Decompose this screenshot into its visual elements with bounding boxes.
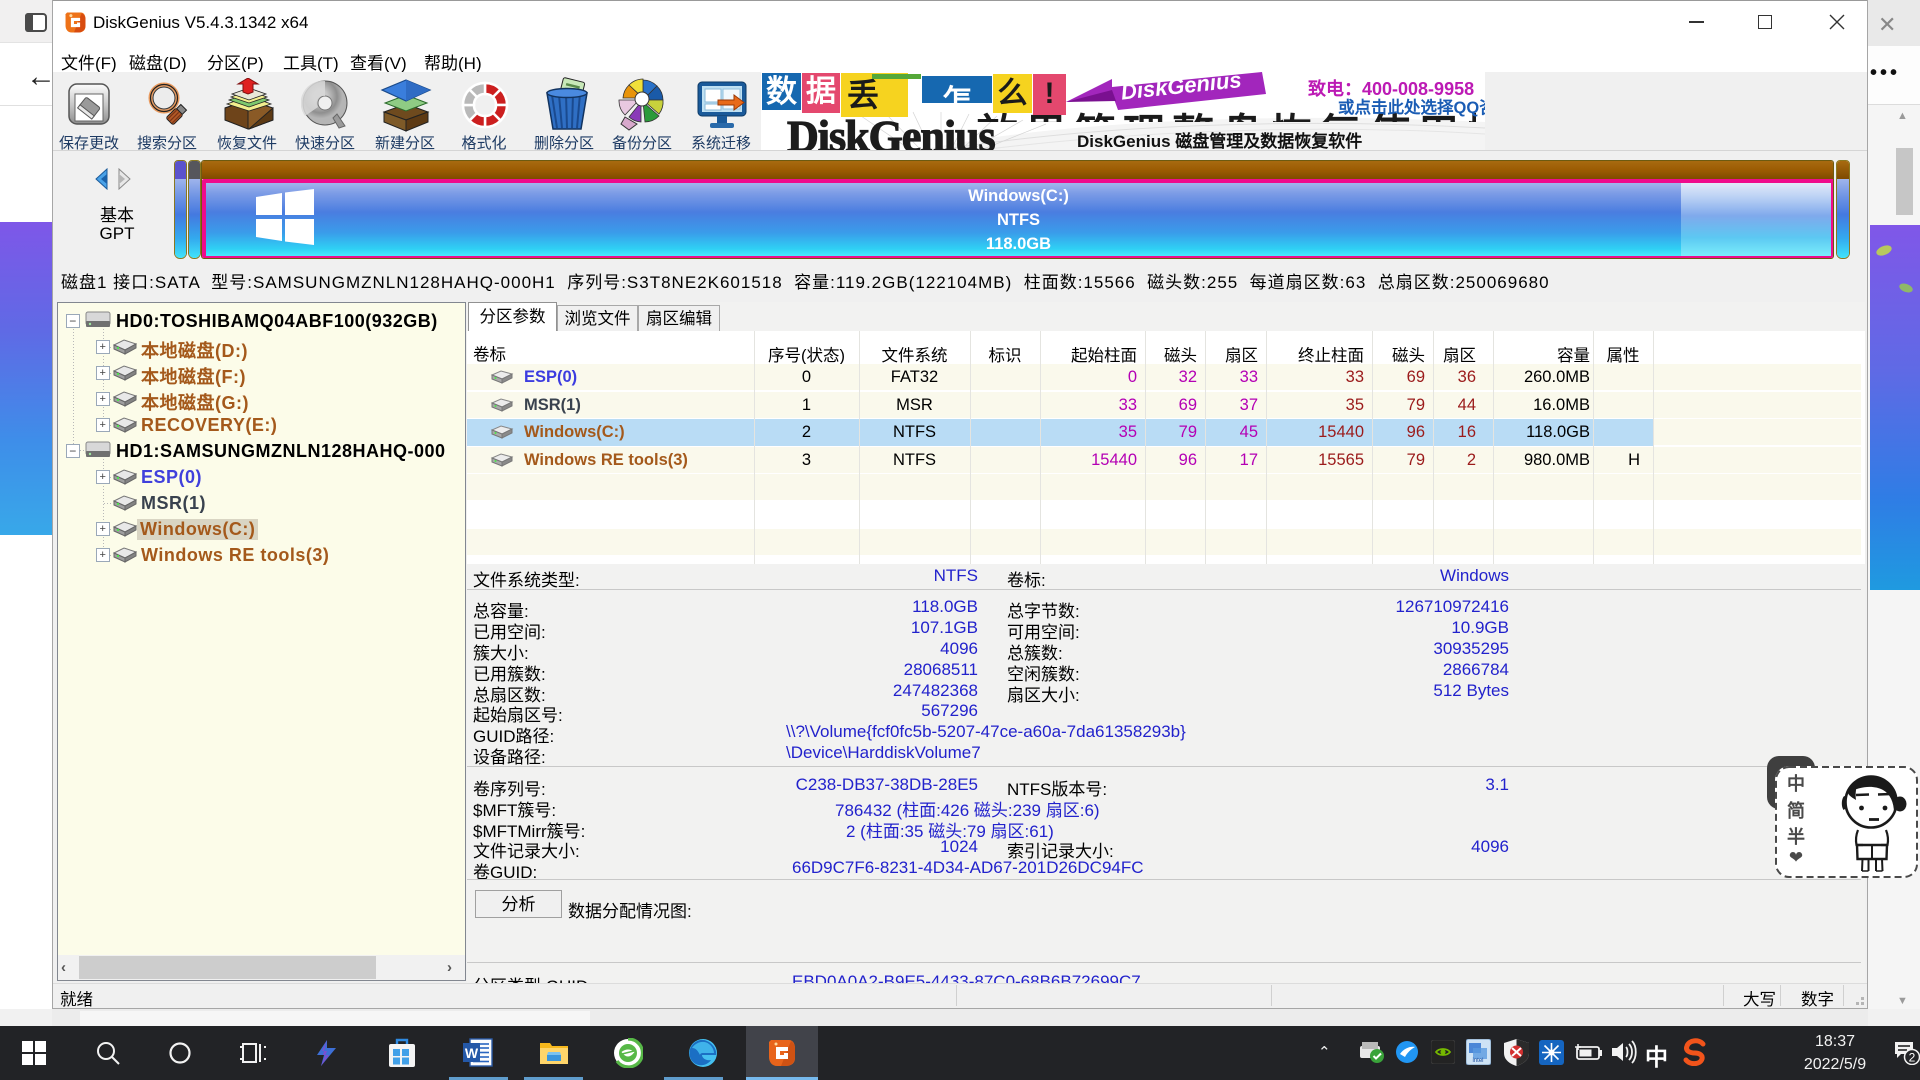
svg-text:2: 2 — [1909, 1051, 1916, 1065]
svg-text:intel: intel — [1472, 1058, 1483, 1064]
svg-text:W: W — [465, 1045, 479, 1061]
